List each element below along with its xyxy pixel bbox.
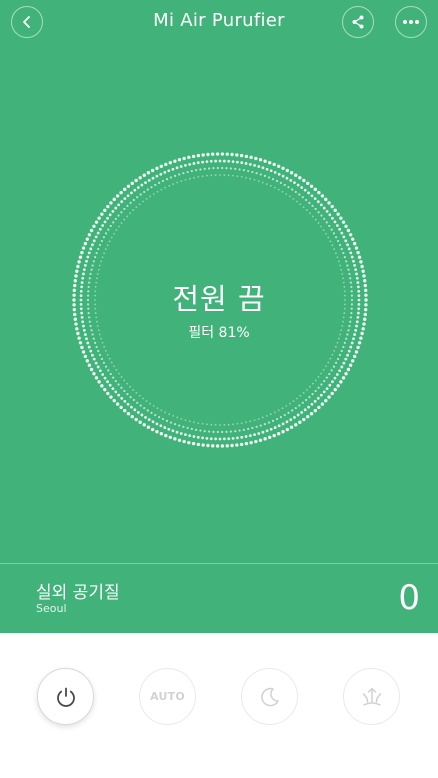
- auto-mode-button[interactable]: AUTO: [139, 668, 196, 725]
- power-status-text: 전원 끔: [172, 282, 266, 316]
- filter-status-text: 필터 81%: [188, 325, 250, 341]
- more-dots-icon: [403, 20, 419, 24]
- app-screen: Mi Air Purufier 전원 끔 필터 81% 실외 공기질 Seoul…: [0, 0, 438, 778]
- outdoor-city: Seoul: [36, 602, 67, 615]
- sleep-mode-button[interactable]: [241, 668, 298, 725]
- chevron-left-icon: [23, 16, 30, 28]
- power-icon: [56, 687, 75, 707]
- manual-mode-button[interactable]: [343, 668, 400, 725]
- share-icon: [352, 15, 364, 29]
- power-button[interactable]: [37, 668, 94, 725]
- share-button[interactable]: [342, 6, 374, 38]
- auto-icon: AUTO: [150, 690, 185, 703]
- back-button[interactable]: [11, 6, 43, 38]
- divider: [0, 563, 438, 564]
- status-panel: Mi Air Purufier 전원 끔 필터 81% 실외 공기질 Seoul…: [0, 0, 438, 633]
- moon-icon: [260, 687, 279, 706]
- outdoor-air-quality-label: 실외 공기질: [36, 583, 120, 603]
- fan-icon: [362, 687, 381, 706]
- more-button[interactable]: [395, 6, 427, 38]
- outdoor-aqi-value: 0: [398, 578, 420, 618]
